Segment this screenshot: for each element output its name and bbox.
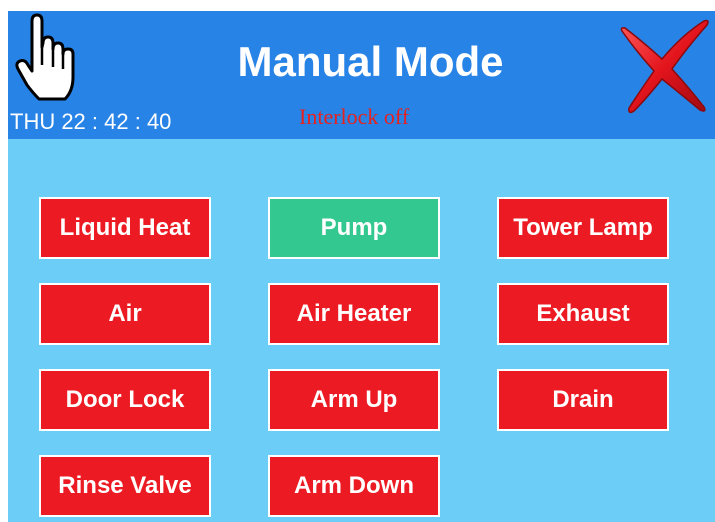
door-lock-button[interactable]: Door Lock	[39, 369, 211, 431]
clock-readout: THU 22 : 42 : 40	[10, 109, 172, 134]
header-bar: Manual Mode THU 22 : 42 : 40 Interlock o…	[8, 11, 715, 139]
rinse-valve-button[interactable]: Rinse Valve	[39, 455, 211, 517]
drain-button[interactable]: Drain	[497, 369, 669, 431]
arm-down-button[interactable]: Arm Down	[268, 455, 440, 517]
air-button[interactable]: Air	[39, 283, 211, 345]
exhaust-button[interactable]: Exhaust	[497, 283, 669, 345]
pump-button[interactable]: Pump	[268, 197, 440, 259]
hmi-screen: Manual Mode THU 22 : 42 : 40 Interlock o…	[8, 11, 715, 522]
tower-lamp-button[interactable]: Tower Lamp	[497, 197, 669, 259]
arm-up-button[interactable]: Arm Up	[268, 369, 440, 431]
air-heater-button[interactable]: Air Heater	[268, 283, 440, 345]
liquid-heat-button[interactable]: Liquid Heat	[39, 197, 211, 259]
page-title: Manual Mode	[237, 38, 504, 85]
interlock-status: Interlock off	[299, 104, 410, 129]
close-x-icon[interactable]	[616, 19, 712, 115]
